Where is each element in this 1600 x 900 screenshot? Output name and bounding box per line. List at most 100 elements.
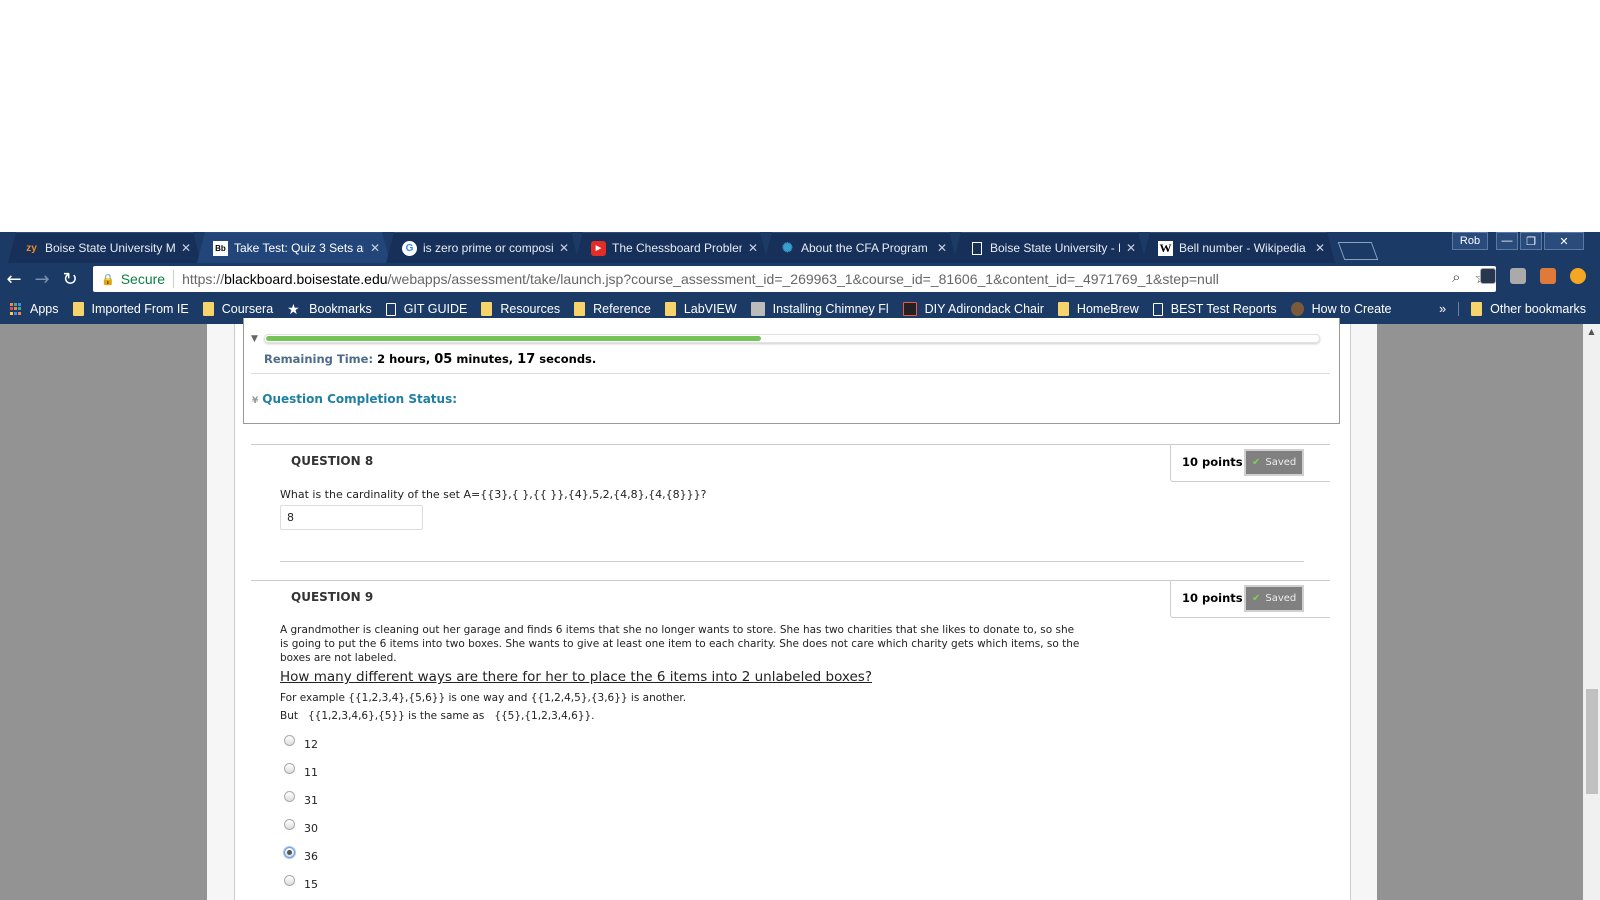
restore-icon[interactable]: ❐ (1520, 232, 1542, 250)
site-icon (750, 302, 765, 316)
radio-button[interactable] (284, 791, 295, 802)
address-bar[interactable]: 🔒 Secure https://blackboard.boisestate.e… (93, 266, 1496, 292)
question-completion-status-toggle[interactable]: ¥ Question Completion Status: (252, 392, 457, 406)
question-text: What is the cardinality of the set A={{3… (280, 488, 707, 501)
bookmark-best-test-reports[interactable]: BEST Test Reports (1152, 302, 1277, 316)
close-tab-icon[interactable]: ✕ (370, 241, 380, 255)
time-progress-fill (266, 336, 762, 341)
page-icon (969, 241, 984, 256)
close-tab-icon[interactable]: ✕ (748, 241, 758, 255)
divider (280, 561, 1304, 562)
question-text: A grandmother is cleaning out her garage… (280, 624, 1080, 664)
saved-badge: ✔ Saved (1244, 585, 1304, 612)
answer-option[interactable]: 30 (284, 819, 318, 835)
scrollbar-thumb[interactable] (1586, 689, 1598, 794)
bookmark-bookmarks[interactable]: ★ Bookmarks (287, 302, 372, 316)
radio-button-selected[interactable] (284, 847, 295, 858)
scrollbar[interactable]: ▲ (1583, 324, 1600, 900)
chevron-down-icon: ¥ (252, 396, 259, 406)
page-gutter-left (207, 324, 235, 900)
page-margin-left (0, 324, 207, 900)
bookmark-resources[interactable]: Resources (481, 302, 560, 316)
close-window-icon[interactable]: ✕ (1544, 232, 1584, 250)
profile-button[interactable]: Rob (1452, 232, 1488, 250)
time-progress-bar (264, 334, 1320, 343)
tab-strip: zy Boise State University M ✕ Bb Take Test:… (8, 232, 1379, 263)
folder-icon (72, 302, 84, 316)
extension-tv-icon[interactable] (1540, 268, 1556, 284)
blackboard-icon: Bb (213, 241, 228, 256)
extension-camera-icon[interactable] (1480, 268, 1496, 284)
question-title: QUESTION 8 (291, 454, 374, 468)
bookmark-git-guide[interactable]: GIT GUIDE (385, 302, 467, 316)
page-margin-right (1377, 324, 1583, 900)
lock-icon: 🔒 (101, 273, 115, 286)
cfa-icon: ✺ (782, 240, 793, 255)
folder-icon (481, 302, 493, 316)
radio-button[interactable] (284, 763, 295, 774)
bookmark-coursera[interactable]: Coursera (202, 302, 273, 316)
question-8-header: QUESTION 8 10 points ✔ Saved (251, 444, 1330, 482)
close-tab-icon[interactable]: ✕ (559, 241, 569, 255)
bookmark-installing-chimney[interactable]: Installing Chimney Fl (750, 302, 889, 316)
answer-input[interactable]: 8 (280, 505, 423, 530)
folder-icon (574, 302, 586, 316)
points-box: 10 points ✔ Saved (1170, 581, 1330, 618)
bookmark-imported-from-ie[interactable]: Imported From IE (72, 302, 189, 316)
answer-option[interactable]: 15 (284, 875, 318, 891)
remaining-time: Remaining Time: 2 hours, 05 minutes, 17 … (264, 352, 597, 367)
answer-option[interactable]: 31 (284, 791, 318, 807)
page-gutter-right (1350, 324, 1377, 900)
question-9-header: QUESTION 9 10 points ✔ Saved (251, 580, 1330, 618)
bookmark-apps[interactable]: Apps (10, 302, 59, 316)
radio-button[interactable] (284, 819, 295, 830)
divider (173, 270, 175, 288)
folder-icon (1471, 302, 1483, 316)
tab-google[interactable]: Gis zero prime or composi ✕ (386, 232, 579, 263)
zoom-icon[interactable]: ⌕ (1452, 269, 1460, 287)
bookmark-labview[interactable]: LabVIEW (664, 302, 737, 316)
close-tab-icon[interactable]: ✕ (1315, 241, 1325, 255)
star-icon: ★ (287, 301, 300, 317)
wikipedia-icon: W (1159, 240, 1172, 255)
browser-chrome: zy Boise State University M ✕ Bb Take Test:… (0, 232, 1600, 324)
bookmark-diy-adirondack[interactable]: DIY Adirondack Chair (902, 302, 1044, 316)
extensions (1480, 268, 1586, 284)
saved-badge: ✔ Saved (1244, 449, 1304, 476)
bookmarks-overflow-button[interactable]: » (1439, 302, 1446, 316)
new-tab-button[interactable] (1337, 242, 1379, 260)
extension-alert-icon[interactable] (1570, 268, 1586, 284)
answer-option-selected[interactable]: 36 (284, 847, 318, 863)
folder-icon (664, 302, 676, 316)
radio-button[interactable] (284, 735, 295, 746)
back-icon[interactable]: ← (0, 269, 28, 290)
google-icon: G (402, 241, 417, 256)
bookmark-how-to-create[interactable]: How to Create a Sho (1290, 302, 1395, 316)
other-bookmarks[interactable]: Other bookmarks (1458, 302, 1586, 316)
radio-button[interactable] (284, 875, 295, 886)
close-tab-icon[interactable]: ✕ (181, 241, 191, 255)
answer-option[interactable]: 12 (284, 735, 318, 751)
folder-icon (1057, 302, 1069, 316)
answer-option[interactable]: 11 (284, 763, 318, 779)
tab-youtube[interactable]: ▶ The Chessboard Problem ✕ (575, 232, 768, 263)
forward-icon[interactable]: → (28, 269, 56, 290)
apps-icon (10, 303, 22, 315)
tab-wikipedia[interactable]: W Bell number - Wikipedia ✕ (1142, 232, 1335, 263)
tab-take-test[interactable]: Bb Take Test: Quiz 3 Sets an ✕ (197, 232, 390, 263)
question-title: QUESTION 9 (291, 590, 374, 604)
tab-zybooks[interactable]: zy Boise State University M ✕ (8, 232, 201, 263)
divider (251, 373, 1330, 374)
tab-boise-state[interactable]: Boise State University - L ✕ (953, 232, 1146, 263)
close-tab-icon[interactable]: ✕ (1126, 241, 1136, 255)
collapse-triangle-icon[interactable]: ▼ (251, 334, 258, 344)
bookmark-reference[interactable]: Reference (574, 302, 651, 316)
close-tab-icon[interactable]: ✕ (937, 241, 947, 255)
bookmark-homebrew[interactable]: HomeBrew (1057, 302, 1139, 316)
extension-gray-icon[interactable] (1510, 268, 1526, 284)
reload-icon[interactable]: ↻ (56, 269, 84, 290)
minimize-icon[interactable]: — (1496, 232, 1518, 250)
tab-cfa[interactable]: ✺ About the CFA Program ✕ (764, 232, 957, 263)
scroll-up-icon[interactable]: ▲ (1583, 327, 1600, 336)
site-icon (902, 302, 917, 316)
